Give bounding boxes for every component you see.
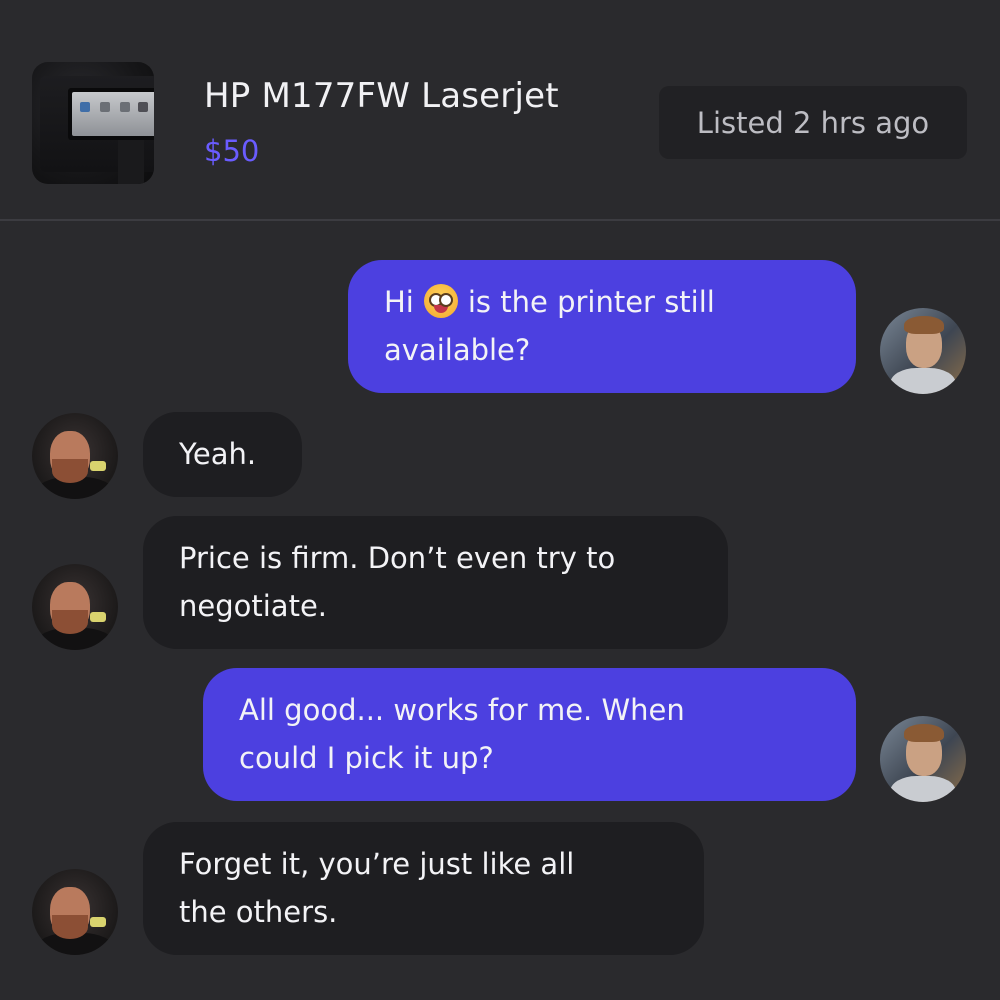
seller-avatar[interactable] — [32, 869, 118, 955]
my-avatar[interactable] — [880, 308, 966, 394]
listing-header: HP M177FW Laserjet $50 Listed 2 hrs ago — [0, 0, 1000, 221]
message-bubble-outgoing[interactable]: All good... works for me. When could I p… — [203, 668, 856, 801]
my-avatar[interactable] — [880, 716, 966, 802]
chat-screen: HP M177FW Laserjet $50 Listed 2 hrs ago … — [0, 0, 1000, 1000]
listing-thumbnail[interactable] — [32, 62, 154, 184]
seller-avatar[interactable] — [32, 413, 118, 499]
listing-price: $50 — [204, 134, 260, 168]
listed-time-badge: Listed 2 hrs ago — [659, 86, 967, 159]
message-bubble-incoming[interactable]: Price is firm. Don’t even try to negotia… — [143, 516, 728, 649]
printer-stand-shape — [118, 140, 144, 184]
message-line: could I pick it up? — [239, 741, 494, 775]
message-line: Forget it, you’re just like all — [179, 847, 575, 881]
message-line: Price is firm. Don’t even try to — [179, 541, 616, 575]
message-bubble-outgoing[interactable]: Hi is the printer still available? — [348, 260, 856, 393]
message-line: available? — [384, 333, 531, 367]
message-line: the others. — [179, 895, 338, 929]
message-line: All good... works for me. When — [239, 693, 685, 727]
message-bubble-incoming[interactable]: Yeah. — [143, 412, 302, 497]
message-line: negotiate. — [179, 589, 328, 623]
listing-title[interactable]: HP M177FW Laserjet — [204, 76, 559, 116]
message-line: Yeah. — [179, 437, 257, 471]
grinning-face-emoji-icon — [423, 284, 458, 318]
printer-lcd — [72, 92, 154, 136]
message-line: Hi is the printer still — [384, 284, 715, 319]
message-bubble-incoming[interactable]: Forget it, you’re just like all the othe… — [143, 822, 704, 955]
seller-avatar[interactable] — [32, 564, 118, 650]
